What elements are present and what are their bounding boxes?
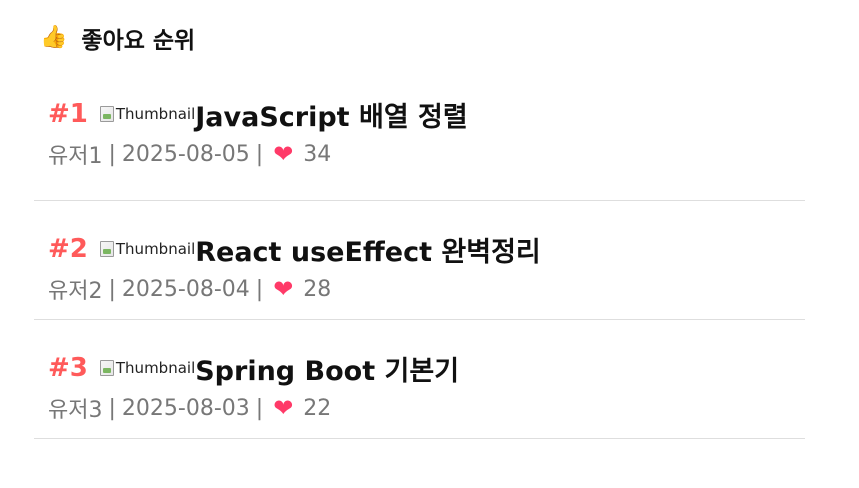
rank-label: #1 [48,99,88,129]
thumbnail-alt-text: Thumbnail [115,105,196,123]
author-name: 유저1 [48,144,103,169]
ranking-item[interactable]: #3 Thumbnail Spring Boot 기본기 유저3 | 2025-… [34,320,805,439]
heart-icon: ❤ [273,394,294,422]
thumbnail-image[interactable]: Thumbnail [99,240,196,258]
item-meta: 유저1 | 2025-08-05 | ❤ 34 [48,138,805,170]
meta-separator: | [108,395,116,421]
like-ranking-panel: 👍 좋아요 순위 #1 Thumbnail JavaScript 배열 정렬 유… [34,18,805,439]
rank-label: #2 [48,234,88,264]
item-meta: 유저3 | 2025-08-03 | ❤ 22 [48,392,805,424]
meta-separator: | [108,276,116,302]
post-title[interactable]: Spring Boot 기본기 [195,349,459,388]
author-name: 유저3 [48,398,103,423]
heart-icon: ❤ [273,140,294,168]
post-date: 2025-08-04 [121,276,250,302]
post-title[interactable]: React useEffect 완벽정리 [195,230,541,269]
ranking-item[interactable]: #1 Thumbnail JavaScript 배열 정렬 유저1 | 2025… [34,82,805,201]
thumbnail-alt-text: Thumbnail [115,359,196,377]
section-title: 좋아요 순위 [81,28,196,54]
item-meta: 유저2 | 2025-08-04 | ❤ 28 [48,273,805,305]
broken-image-icon [99,360,114,376]
meta-separator: | [255,276,264,302]
like-count: 34 [303,141,332,167]
ranking-list: #1 Thumbnail JavaScript 배열 정렬 유저1 | 2025… [34,82,805,439]
meta-separator: | [255,141,264,167]
rank-label: #3 [48,353,88,383]
meta-separator: | [108,141,116,167]
author-name: 유저2 [48,279,103,304]
broken-image-icon [99,106,114,122]
ranking-item[interactable]: #2 Thumbnail React useEffect 완벽정리 유저2 | … [34,201,805,320]
meta-separator: | [255,395,264,421]
post-date: 2025-08-05 [121,141,250,167]
thumbnail-image[interactable]: Thumbnail [99,105,196,123]
thumbs-up-icon: 👍 [40,25,68,50]
thumbnail-image[interactable]: Thumbnail [99,359,196,377]
item-title-line[interactable]: #3 Thumbnail Spring Boot 기본기 [48,349,805,388]
post-date: 2025-08-03 [121,395,250,421]
thumbnail-alt-text: Thumbnail [115,240,196,258]
section-heading: 👍 좋아요 순위 [34,18,805,58]
item-title-line[interactable]: #1 Thumbnail JavaScript 배열 정렬 [48,95,805,134]
heart-icon: ❤ [273,275,294,303]
broken-image-icon [99,241,114,257]
post-title[interactable]: JavaScript 배열 정렬 [195,95,468,134]
like-count: 28 [303,276,332,302]
item-title-line[interactable]: #2 Thumbnail React useEffect 완벽정리 [48,230,805,269]
like-count: 22 [303,395,332,421]
